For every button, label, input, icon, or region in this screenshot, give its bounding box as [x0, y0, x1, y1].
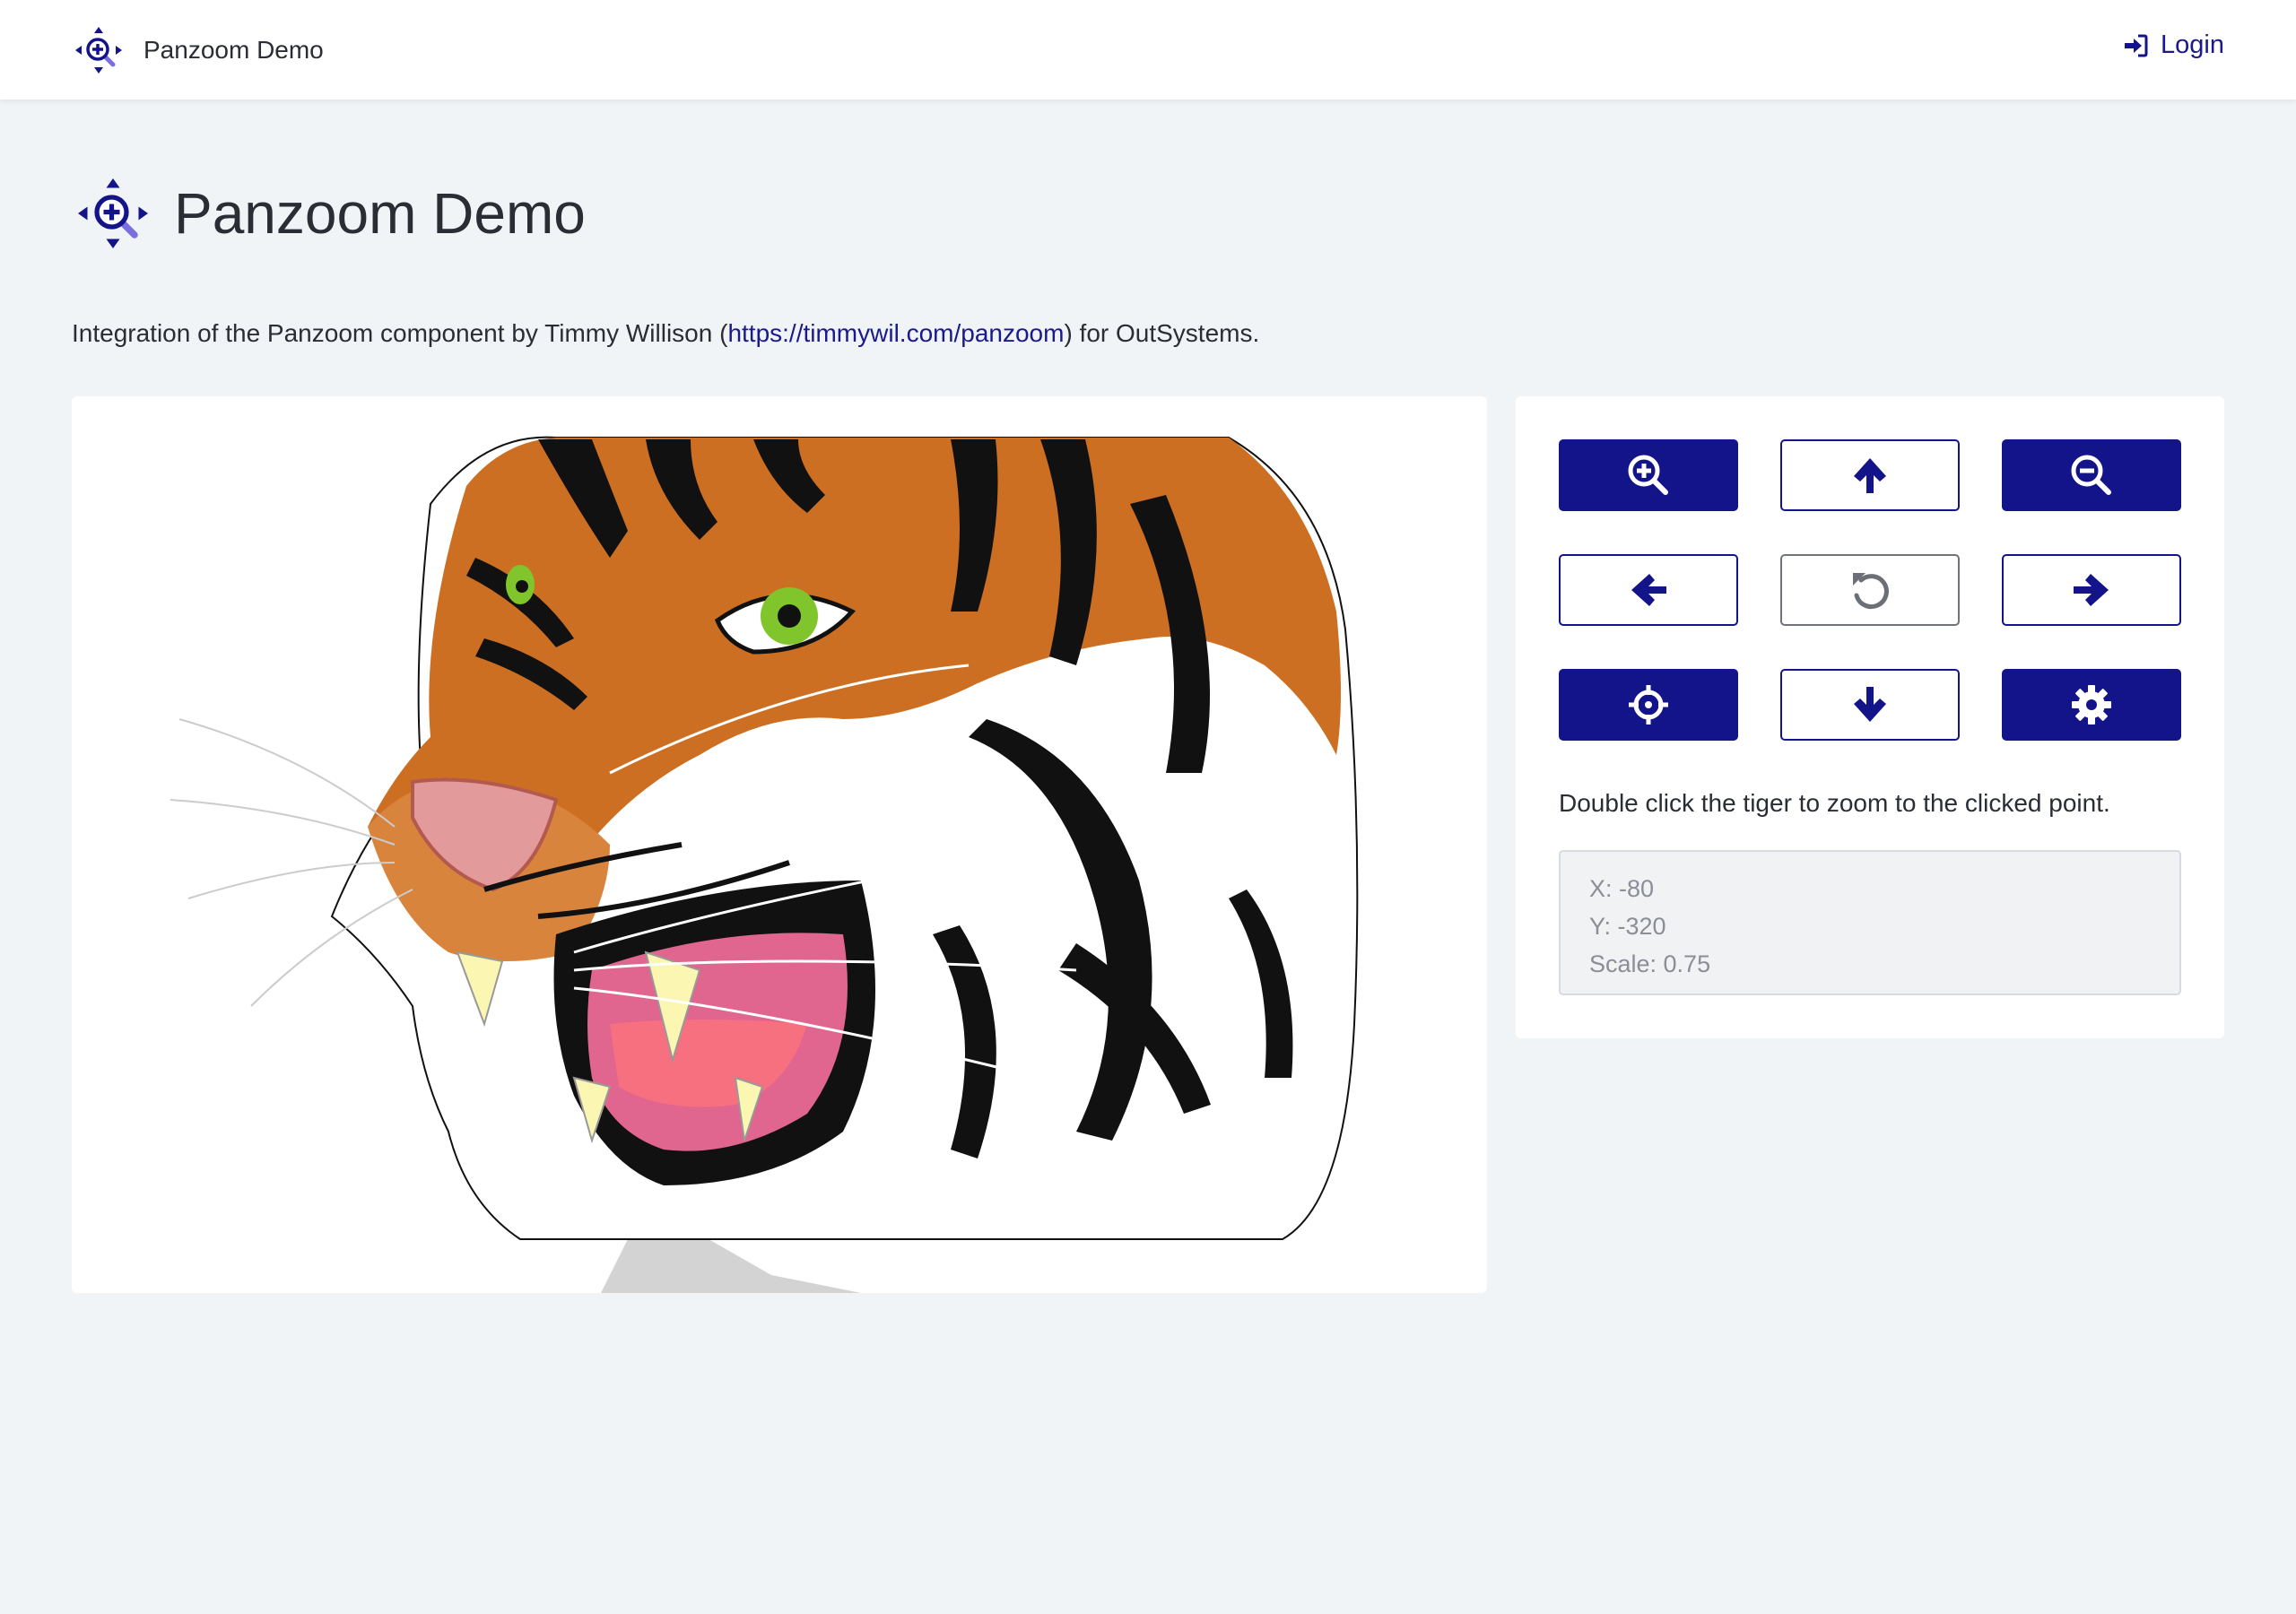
double-click-hint: Double click the tiger to zoom to the cl… [1559, 789, 2110, 817]
panzoom-link[interactable]: https://timmywil.com/panzoom [727, 319, 1064, 347]
controls-panel: Double click the tiger to zoom to the cl… [1516, 396, 2224, 1038]
brand-link[interactable]: Panzoom Demo [74, 25, 324, 75]
x-readout: X: -80 [1589, 875, 1655, 902]
page-heading: Panzoom Demo [174, 181, 586, 246]
pan-down-button[interactable] [1780, 669, 1960, 741]
reset-icon [1853, 573, 1889, 610]
top-navigation-bar: Panzoom Demo Login [0, 0, 2296, 100]
panzoom-logo-icon [78, 178, 148, 248]
intro-text-after: ) for OutSystems. [1064, 319, 1260, 347]
coordinates-readout: X: -80 Y: -320 Scale: 0.75 [1559, 850, 2181, 995]
pan-right-button[interactable] [2002, 554, 2181, 626]
panzoom-logo-icon [75, 27, 122, 74]
tiger-image[interactable] [72, 396, 1487, 1293]
magnifier-plus-icon [1628, 455, 1668, 495]
pan-left-button[interactable] [1559, 554, 1738, 626]
y-readout: Y: -320 [1589, 913, 1666, 940]
crosshairs-icon [1629, 685, 1668, 725]
zoom-in-button[interactable] [1559, 439, 1738, 511]
magnifier-minus-icon [2071, 455, 2111, 495]
arrow-left-icon [1631, 574, 1666, 606]
settings-button[interactable] [2002, 669, 2181, 741]
pan-up-button[interactable] [1780, 439, 1960, 511]
panzoom-canvas[interactable] [72, 396, 1487, 1293]
zoom-out-button[interactable] [2002, 439, 2181, 511]
intro-text-before: Integration of the Panzoom component by … [72, 319, 728, 347]
center-button[interactable] [1559, 669, 1738, 741]
sign-in-icon [2125, 34, 2148, 56]
intro-text: Integration of the Panzoom component by … [72, 319, 1259, 348]
arrow-up-icon [1854, 458, 1886, 493]
arrow-down-icon [1854, 687, 1886, 722]
scale-readout: Scale: 0.75 [1589, 950, 1711, 977]
brand-name: Panzoom Demo [144, 36, 324, 64]
page-title: Panzoom Demo [75, 176, 586, 251]
arrow-right-icon [2074, 574, 2109, 606]
login-label: Login [2161, 30, 2224, 59]
gear-icon [2072, 685, 2111, 725]
login-link[interactable]: Login [2123, 30, 2224, 60]
reset-button[interactable] [1780, 554, 1960, 626]
